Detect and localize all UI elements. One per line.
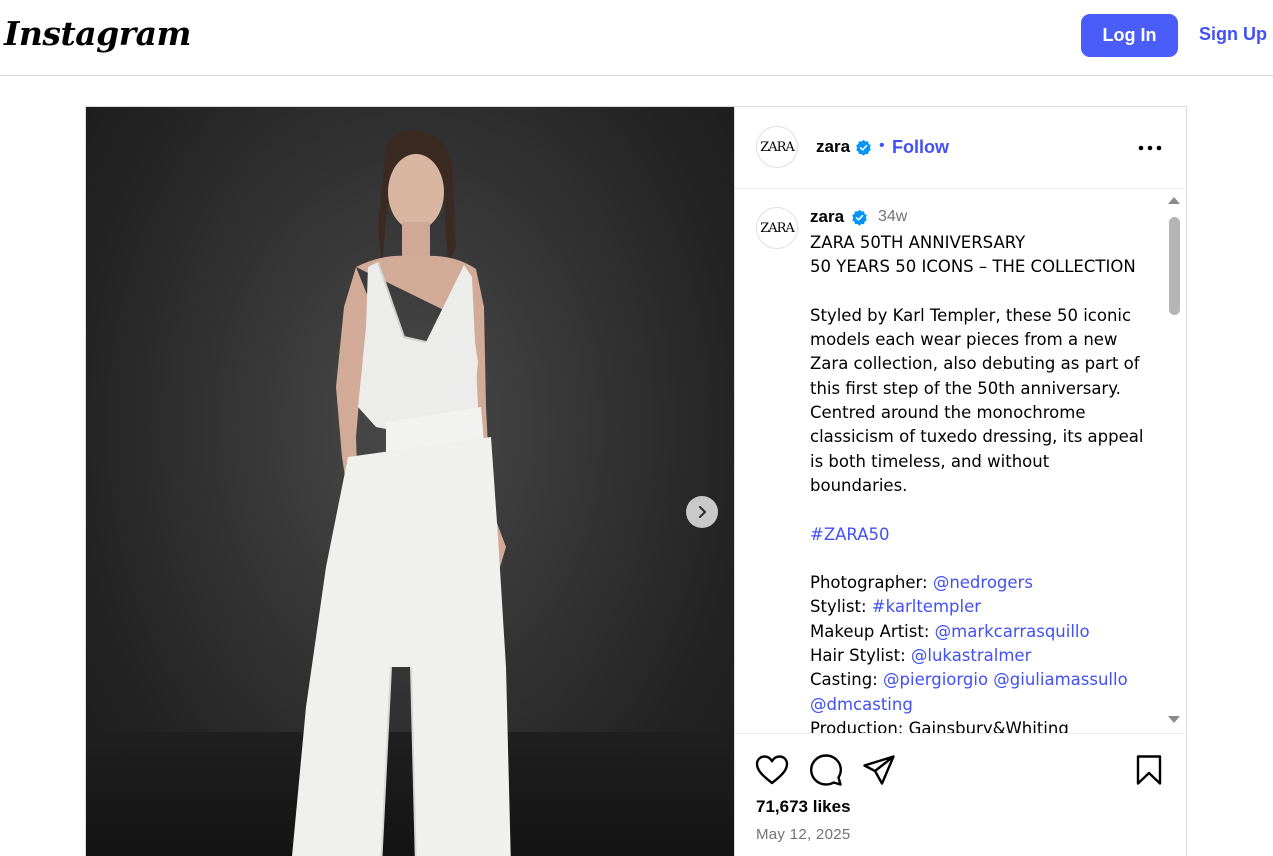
post-timestamp[interactable]: 34w bbox=[878, 208, 907, 226]
instagram-logo[interactable]: Instagram bbox=[4, 14, 191, 53]
follow-button[interactable]: Follow bbox=[892, 137, 949, 158]
caption-scroll-area[interactable]: ZARA zara 34w ZARA 50TH ANNIVERSARY 50 Y… bbox=[735, 189, 1187, 733]
avatar[interactable]: ZARA bbox=[756, 126, 798, 168]
post-header: ZARA zara • Follow bbox=[735, 107, 1187, 189]
scrollbar-thumb[interactable] bbox=[1169, 217, 1180, 315]
credit-label: Photographer: bbox=[810, 573, 933, 593]
paper-plane-icon bbox=[863, 755, 895, 785]
post-image[interactable] bbox=[86, 107, 734, 856]
hashtag-link[interactable]: #karltempler bbox=[872, 597, 981, 616]
like-button[interactable] bbox=[754, 752, 790, 788]
comment-button[interactable] bbox=[808, 752, 844, 788]
scroll-up-arrow-icon[interactable] bbox=[1167, 195, 1181, 205]
model-figure-illustration bbox=[292, 130, 511, 856]
likes-count[interactable]: 71,673 likes bbox=[756, 797, 851, 817]
mention-link[interactable]: @piergiorgio bbox=[883, 670, 988, 689]
signup-link[interactable]: Sign Up bbox=[1199, 24, 1267, 45]
username-link[interactable]: zara bbox=[816, 137, 850, 157]
mention-link[interactable]: @markcarrasquillo bbox=[935, 622, 1090, 641]
verified-badge-icon bbox=[856, 139, 871, 156]
hashtag-link[interactable]: #ZARA50 bbox=[810, 525, 890, 544]
separator-dot: • bbox=[879, 137, 885, 154]
caption-avatar[interactable]: ZARA bbox=[756, 207, 798, 249]
share-button[interactable] bbox=[861, 752, 897, 788]
mention-link[interactable]: @lukastralmer bbox=[911, 646, 1031, 665]
heart-icon bbox=[755, 755, 789, 785]
caption-text: ZARA 50TH ANNIVERSARY 50 YEARS 50 ICONS … bbox=[810, 231, 1150, 733]
caption-line: 50 YEARS 50 ICONS – THE COLLECTION bbox=[810, 257, 1136, 277]
credit-label: Hair Stylist: bbox=[810, 646, 911, 666]
credit-label: Casting: bbox=[810, 670, 884, 690]
mention-link[interactable]: @dmcasting bbox=[810, 695, 913, 714]
credit-line: Production: Gainsbury&Whiting bbox=[810, 718, 1069, 733]
save-button[interactable] bbox=[1131, 752, 1167, 788]
verified-badge-icon bbox=[852, 209, 867, 226]
post-date[interactable]: May 12, 2025 bbox=[756, 826, 851, 843]
top-navigation-bar: Instagram Log In Sign Up bbox=[0, 0, 1273, 76]
login-button[interactable]: Log In bbox=[1081, 14, 1178, 57]
mention-link[interactable]: @giuliamassullo bbox=[993, 670, 1127, 689]
caption-username[interactable]: zara bbox=[810, 207, 844, 227]
post-actions: 71,673 likes May 12, 2025 bbox=[735, 733, 1187, 856]
credit-label: Stylist: bbox=[810, 597, 872, 617]
post-card: ZARA zara • Follow ZARA zara 34w ZARA 50… bbox=[85, 106, 1187, 856]
scroll-down-arrow-icon[interactable] bbox=[1167, 715, 1181, 725]
more-options-button[interactable] bbox=[1135, 136, 1165, 160]
ellipsis-icon bbox=[1138, 145, 1162, 151]
next-image-button[interactable] bbox=[686, 496, 718, 528]
bookmark-icon bbox=[1136, 755, 1162, 785]
caption-line: ZARA 50TH ANNIVERSARY bbox=[810, 233, 1026, 252]
mention-link[interactable]: @nedrogers bbox=[933, 573, 1033, 592]
credit-label: Makeup Artist: bbox=[810, 621, 935, 641]
post-sidebar: ZARA zara • Follow ZARA zara 34w ZARA 50… bbox=[734, 107, 1187, 856]
caption-body: Styled by Karl Templer, these 50 iconic … bbox=[810, 305, 1144, 495]
comment-icon bbox=[810, 754, 842, 786]
chevron-right-icon bbox=[698, 505, 707, 519]
